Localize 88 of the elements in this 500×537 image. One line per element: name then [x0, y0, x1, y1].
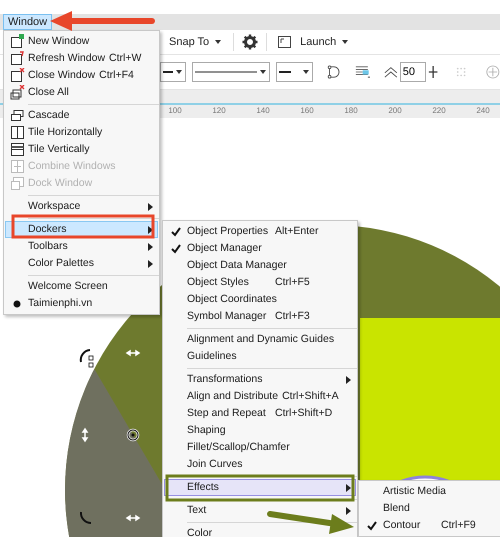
menu-item[interactable]: Toolbars: [5, 238, 158, 255]
dock-window-icon: [10, 176, 24, 191]
rotate-handle[interactable]: [80, 349, 90, 362]
ruler-label: 240: [475, 106, 491, 116]
menu-item[interactable]: Object Styles Ctrl+F5: [164, 274, 356, 291]
text-wrap-icon: [354, 64, 370, 80]
submenu-arrow-icon: [148, 242, 152, 250]
scale-handle[interactable]: [126, 350, 140, 356]
line-style-dropdown[interactable]: [192, 62, 270, 82]
line-icon: [279, 70, 291, 74]
submenu-arrow-icon: [148, 226, 152, 234]
menu-item[interactable]: Object Manager: [164, 240, 356, 257]
windows-icon: [10, 85, 24, 100]
menu-item[interactable]: Tile Horizontally: [5, 124, 158, 141]
menu-item[interactable]: Join Curves: [164, 456, 356, 473]
submenu-arrow-icon: [346, 506, 350, 514]
menu-item[interactable]: Text: [164, 502, 356, 519]
menu-item[interactable]: Step and Repeat Ctrl+Shift+D: [164, 405, 356, 422]
submenu-arrow-icon: [346, 484, 350, 492]
check-icon: [367, 520, 377, 530]
menu-item[interactable]: Close All: [5, 84, 158, 101]
scale-handle[interactable]: [82, 428, 88, 442]
menu-item[interactable]: Cascade: [5, 107, 158, 124]
line-style-dropdown[interactable]: [160, 62, 186, 82]
line-icon: [163, 70, 173, 74]
center-marker[interactable]: [126, 428, 140, 442]
menu-item[interactable]: Taimienphi.vn: [5, 295, 158, 312]
menu-item[interactable]: Refresh Window Ctrl+W: [5, 50, 158, 67]
window-icon: [10, 68, 24, 83]
menu-item[interactable]: Object Coordinates: [164, 291, 356, 308]
combine-windows-icon: [10, 159, 24, 174]
menu-item[interactable]: Color: [164, 525, 356, 537]
menu-item[interactable]: Blend: [360, 500, 500, 517]
menu-item[interactable]: Color Palettes: [5, 255, 158, 272]
launch-button[interactable]: Launch: [275, 32, 352, 52]
menu-item[interactable]: Align and Distribute Ctrl+Shift+A: [164, 388, 356, 405]
node-handle[interactable]: [88, 356, 94, 368]
ruler-label: 200: [387, 106, 403, 116]
menu-item[interactable]: Fillet/Scallop/Chamfer: [164, 439, 356, 456]
caret-icon: [214, 38, 222, 46]
menu-item[interactable]: Tile Vertically: [5, 141, 158, 158]
menu-item[interactable]: Close Window Ctrl+F4: [5, 67, 158, 84]
ruler-label: 120: [211, 106, 227, 116]
ruler-label: 160: [299, 106, 315, 116]
settings-icon[interactable]: [242, 34, 258, 50]
caret-icon: [175, 68, 183, 76]
window-icon: [10, 51, 24, 66]
tile-horizontally-icon: [10, 125, 24, 140]
menu-item[interactable]: New Window: [5, 33, 158, 50]
menu-item[interactable]: Welcome Screen: [5, 278, 158, 295]
menu-item[interactable]: Artistic Media: [360, 483, 500, 500]
ruler-label: 220: [431, 106, 447, 116]
submenu-arrow-icon: [148, 260, 152, 268]
bullet-icon: [13, 300, 21, 308]
menu-item[interactable]: Effects: [164, 479, 356, 496]
smoothing-icon: [384, 64, 398, 80]
menu-item[interactable]: Object Properties Alt+Enter: [164, 223, 356, 240]
caret-icon: [302, 68, 310, 76]
menu-item[interactable]: Alignment and Dynamic Guides: [164, 331, 356, 348]
smoothing-field[interactable]: 50: [400, 62, 426, 82]
tile-vertically-icon: [10, 142, 24, 157]
menu-item[interactable]: Object Data Manager: [164, 257, 356, 274]
menu-item[interactable]: Contour Ctrl+F9: [360, 517, 500, 534]
window-icon: [278, 36, 292, 48]
window-icon: [10, 34, 24, 49]
cascade-icon: [10, 108, 24, 123]
menu-item[interactable]: Workspace: [5, 198, 158, 215]
ruler-label: 180: [343, 106, 359, 116]
snap-to-button[interactable]: Snap To: [166, 32, 226, 52]
menu-item[interactable]: Transformations: [164, 371, 356, 388]
plus-icon: [428, 64, 438, 80]
menu-item[interactable]: Shaping: [164, 422, 356, 439]
ruler-label: 100: [167, 106, 183, 116]
add-circle-icon: [486, 64, 500, 80]
line-icon: [195, 70, 257, 74]
caret-icon: [341, 38, 350, 46]
menu-bar-item[interactable]: Window: [3, 14, 52, 30]
scale-handle[interactable]: [126, 514, 140, 521]
submenu-arrow-icon: [346, 376, 350, 384]
close-path-icon: [326, 64, 341, 80]
submenu-arrow-icon: [148, 202, 152, 210]
line-style-dropdown[interactable]: [276, 62, 313, 82]
menu-item[interactable]: Symbol Manager Ctrl+F3: [164, 308, 356, 325]
grid-dots-icon: [456, 66, 466, 78]
ruler-label: 140: [255, 106, 271, 116]
caret-icon: [259, 68, 267, 76]
rotate-handle[interactable]: [80, 512, 92, 524]
menu-item[interactable]: Guidelines: [164, 348, 356, 365]
